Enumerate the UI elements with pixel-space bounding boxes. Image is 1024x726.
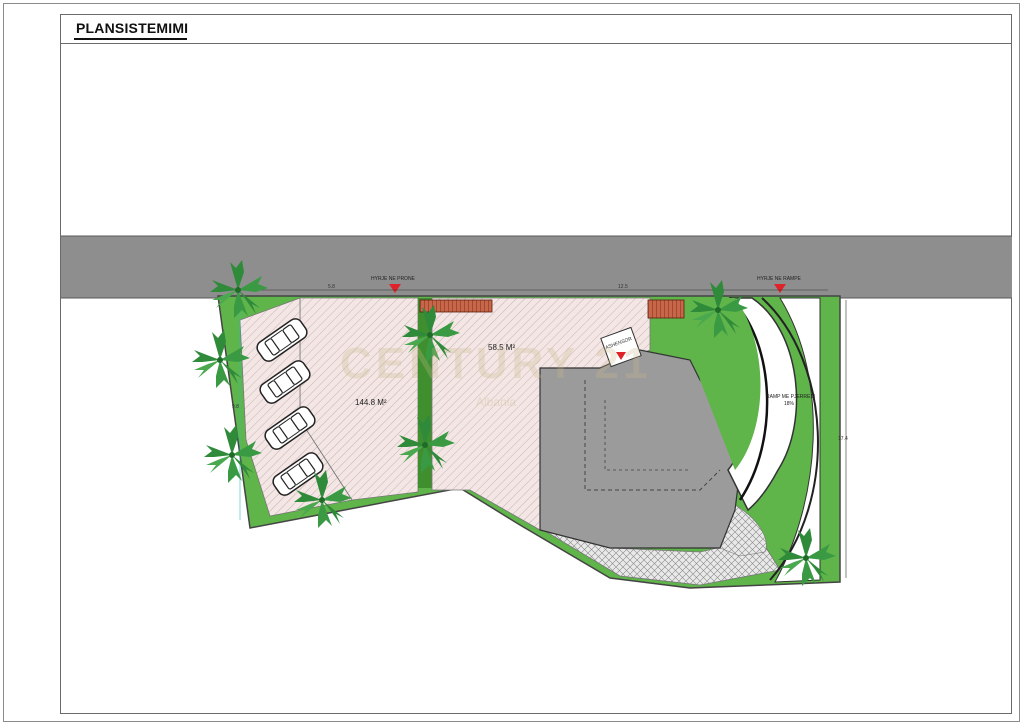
area-label-left: 144.8 M² [355, 398, 387, 407]
watermark-brand: CENTURY 21 [340, 339, 651, 388]
ramp-slope: 18% [784, 401, 795, 407]
site-plan: ASHENSOR HYRJE NE PRONE HYRJE NE RAMPE 5… [61, 235, 1012, 589]
dim-left: 9.8 [232, 404, 239, 410]
road [61, 236, 1012, 298]
watermark-sub: Albania [476, 395, 516, 409]
dim-top-right: 12.5 [618, 284, 628, 290]
ramp-label: RAMP ME PJERRESI [766, 394, 815, 400]
entrance-label-left: HYRJE NE PRONE [371, 276, 416, 282]
entrance-label-right: HYRJE NE RAMPE [757, 276, 802, 282]
dim-side-right: 17.4 [838, 436, 848, 442]
stairs-right [647, 299, 685, 319]
dim-top-left: 5.8 [328, 284, 335, 290]
